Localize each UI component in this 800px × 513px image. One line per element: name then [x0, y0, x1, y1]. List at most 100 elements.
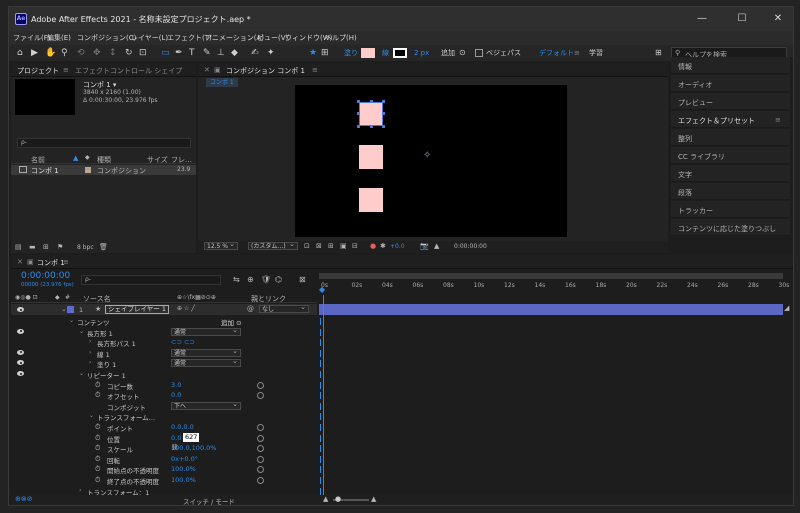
menu-help[interactable]: ヘルプ(H) — [325, 33, 357, 43]
col-frame[interactable]: フレ… — [171, 155, 192, 165]
roto-brush-tool-icon[interactable]: ✍ — [251, 47, 259, 59]
fill-color-swatch[interactable] — [361, 48, 375, 58]
handle-bl[interactable] — [357, 125, 360, 128]
layer-switch-icons[interactable]: ⊕ ☆ ╱ — [177, 305, 195, 312]
shape-square-2[interactable] — [359, 145, 383, 169]
property-value[interactable]: 0x+0.0° — [171, 455, 198, 463]
panel-info[interactable]: 情報 — [671, 57, 790, 74]
handle-l[interactable] — [357, 112, 360, 115]
transparency-grid-icon[interactable]: ⊠ — [316, 242, 322, 250]
handle-b[interactable] — [370, 125, 373, 128]
panel-audio[interactable]: オーディオ — [671, 75, 790, 92]
dolly-tool-icon[interactable]: ↕ — [109, 47, 117, 59]
twirl-arrow-icon[interactable]: ⌄ — [89, 412, 94, 419]
star-snap-icon[interactable]: ★ — [309, 47, 317, 59]
draft-3d-icon[interactable]: ⊕ — [247, 275, 254, 284]
keyframe-marker[interactable] — [320, 371, 321, 378]
handle-tl[interactable] — [357, 100, 360, 103]
col-parent-link[interactable]: 親とリンク — [251, 294, 286, 304]
stroke-width-value[interactable]: 2 px — [414, 47, 429, 59]
expand-arrow-icon[interactable]: › — [89, 349, 91, 356]
selection-tool-icon[interactable]: ▶ — [31, 47, 38, 59]
expand-arrow-icon[interactable]: ⌄ — [61, 305, 67, 313]
show-snapshot-icon[interactable]: ▲ — [434, 242, 439, 250]
keyframe-marker[interactable] — [320, 434, 321, 442]
panel-paragraph[interactable]: 段落 — [671, 183, 790, 200]
workspace-learn[interactable]: 学習 — [589, 47, 603, 59]
anchor-tool-icon[interactable]: ⊡ — [139, 47, 147, 59]
menu-file[interactable]: ファイル(F) — [13, 33, 51, 43]
timeline-menu-icon[interactable]: ≡ — [63, 258, 69, 266]
timeline-timecode[interactable]: 0:00:00:00 — [21, 271, 70, 281]
snapshot-icon[interactable]: 📷 — [420, 242, 429, 250]
property-value[interactable]: 100.0% — [171, 465, 196, 473]
pen-tool-icon[interactable]: ✒ — [175, 47, 183, 59]
panel-align[interactable]: 整列 — [671, 129, 790, 146]
brush-tool-icon[interactable]: ✎ — [203, 47, 211, 59]
col-name[interactable]: 名前 — [31, 155, 45, 165]
property-extra[interactable]: ⊂⊃ ⊂⊃ — [171, 338, 195, 346]
keyframe-marker[interactable] — [320, 339, 321, 347]
trash-icon[interactable]: 🗑 — [99, 243, 108, 251]
rotate-tool-icon[interactable]: ↻ — [125, 47, 133, 59]
workspace-options-icon[interactable]: ⊞ — [655, 47, 662, 59]
visibility-eye-icon[interactable] — [17, 307, 24, 312]
stroke-color-swatch[interactable] — [393, 48, 407, 58]
playhead-handle[interactable]: ◆ — [319, 285, 325, 294]
zoom-tool-icon[interactable]: ⚲ — [61, 47, 68, 59]
stroke-label[interactable]: 線 — [382, 47, 389, 59]
workspace-menu-icon[interactable]: ≡ — [574, 47, 580, 59]
stopwatch-icon[interactable]: ⏱ — [95, 444, 100, 453]
comp-panel-menu-icon[interactable]: ≡ — [312, 66, 318, 74]
eraser-tool-icon[interactable]: ◆ — [231, 47, 238, 59]
expand-arrow-icon[interactable]: ⌄ — [69, 317, 74, 324]
resolution-dropdown[interactable]: (カスタム…) — [248, 241, 298, 250]
av-switches-icon[interactable]: ◉◎● ⊡ — [15, 294, 38, 301]
home-icon[interactable]: ⌂ — [17, 47, 23, 59]
blend-mode-dropdown[interactable]: 下へ — [171, 401, 241, 410]
time-ruler[interactable]: 0s 02s 04s 06s 08s 10s 12s 14s 16s 18s 20s 22s 24s 26… — [319, 271, 791, 293]
layer-duration-bar[interactable] — [319, 304, 783, 315]
menu-animation[interactable]: アニメーション(A) — [205, 33, 264, 43]
expand-arrow-icon[interactable]: › — [89, 359, 91, 366]
bezier-checkbox[interactable] — [475, 49, 483, 57]
add-label[interactable]: 追加 — [441, 47, 455, 59]
property-row[interactable]: コンポジット 下へ — [11, 401, 307, 412]
frame-blending-icon[interactable]: ⌬ — [275, 275, 282, 284]
shape-square-1[interactable] — [359, 102, 383, 126]
timeline-end-icon[interactable]: ◢ — [784, 304, 789, 312]
keyframe-marker[interactable] — [320, 381, 321, 389]
zoom-dropdown[interactable]: 12.5 % — [204, 241, 238, 250]
shy-layers-icon[interactable]: 🛡 — [261, 275, 271, 284]
comp-mini-flowchart-icon[interactable]: ⇆ — [233, 275, 240, 284]
anchor-point-icon[interactable]: ✧ — [423, 150, 431, 161]
visibility-eye-icon[interactable] — [17, 371, 24, 376]
twirl-arrow-icon[interactable]: › — [79, 487, 81, 494]
region-of-interest-icon[interactable]: ⊡ — [304, 242, 310, 250]
keyframe-marker[interactable] — [320, 402, 321, 410]
panel-menu-icon[interactable]: ≡ — [775, 116, 781, 124]
layer-row[interactable]: ⌄ 1 ★ シェイプレイヤー 1 ⊕ ☆ ╱ @ なし — [11, 304, 317, 315]
expand-arrow-icon[interactable]: ⌄ — [79, 328, 84, 335]
pan-tool-icon[interactable]: ✥ — [93, 47, 101, 59]
expression-pickwhip-icon[interactable] — [257, 381, 264, 389]
property-row[interactable]: › 長方形パス 1 ⊂⊃ ⊂⊃ — [11, 337, 307, 348]
sort-icon[interactable]: ▲ — [73, 154, 78, 162]
label-col-icon[interactable]: ◆ — [55, 294, 60, 301]
keyframe-marker[interactable] — [320, 360, 321, 368]
stopwatch-icon[interactable]: ⏱ — [95, 465, 100, 474]
close-button[interactable]: ✕ — [765, 11, 791, 27]
property-value[interactable]: 0.0,0.0 — [171, 423, 194, 431]
keyframe-marker[interactable] — [320, 487, 321, 495]
orbit-tool-icon[interactable]: ⟲ — [77, 47, 85, 59]
panel-preview[interactable]: プレビュー — [671, 93, 790, 110]
panel-tracker[interactable]: トラッカー — [671, 201, 790, 218]
property-row[interactable]: › 塗り 1 通常 — [11, 358, 307, 369]
expression-pickwhip-icon[interactable] — [257, 424, 264, 431]
fill-label[interactable]: 塗り — [344, 47, 358, 59]
parent-dropdown[interactable]: なし — [259, 304, 309, 313]
new-comp-icon[interactable]: ⊞ — [43, 243, 49, 251]
property-row[interactable]: ⌄ トランスフォーム… — [11, 411, 307, 422]
puppet-tool-icon[interactable]: ✦ — [267, 47, 275, 59]
property-row[interactable]: ⏱ 位置 0.0 627 — [11, 432, 307, 444]
